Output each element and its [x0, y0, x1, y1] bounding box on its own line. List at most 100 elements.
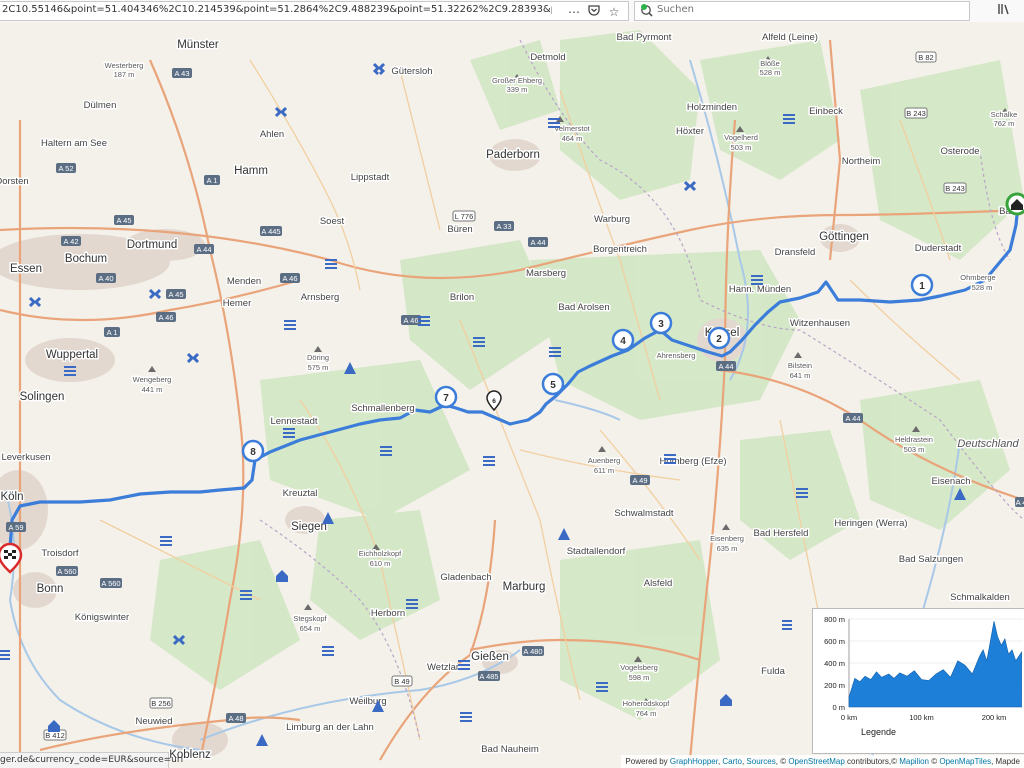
town-label: Ahlen [260, 129, 284, 140]
elevation-x-ticks: 0 km 100 km 200 km [841, 713, 1006, 722]
pocket-icon[interactable] [586, 4, 602, 20]
graphhopper-link[interactable]: GraphHopper [670, 757, 718, 766]
town-label: Ahrensberg [657, 351, 696, 360]
svg-text:B 49: B 49 [394, 677, 409, 686]
town-label: Holzminden [687, 102, 737, 113]
town-label: Dransfeld [775, 247, 816, 258]
svg-text:762 m: 762 m [994, 119, 1015, 128]
svg-text:503 m: 503 m [731, 143, 752, 152]
town-label: Weilburg [349, 696, 386, 707]
city-label: Münster [177, 39, 219, 51]
svg-text:Großer Ehberg: Großer Ehberg [492, 76, 542, 85]
status-bar: ger.de&currency_code=EUR&source=url [0, 752, 183, 768]
town-label: Lennestadt [270, 416, 317, 427]
town-label: Soest [320, 216, 345, 227]
city-label: Bochum [65, 253, 107, 265]
road-shield: A 44 [194, 244, 214, 254]
road-shield: A 46 [280, 273, 300, 283]
svg-text:A 1: A 1 [107, 328, 118, 337]
home-start-icon[interactable] [1005, 192, 1024, 216]
svg-text:610 m: 610 m [370, 559, 391, 568]
svg-text:8: 8 [250, 447, 256, 458]
search-placeholder: Suchen [657, 4, 695, 15]
city-label: Wuppertal [46, 349, 98, 361]
road-shield: A 45 [166, 289, 186, 299]
svg-text:A 1: A 1 [207, 176, 218, 185]
carto-link[interactable]: Carto [722, 757, 742, 766]
bookmark-star-icon[interactable]: ☆ [606, 4, 622, 20]
openmaptiles-link[interactable]: OpenMapTiles [939, 757, 991, 766]
town-label: Einbeck [809, 106, 843, 117]
elevation-profile[interactable]: 800 m 600 m 400 m 200 m 0 m 0 km 100 km 200 km… [812, 608, 1024, 754]
url-text[interactable]: 2C10.55146&point=51.404346%2C10.214539&p… [2, 4, 552, 15]
svg-text:A 52: A 52 [58, 164, 73, 173]
browser-toolbar: 2C10.55146&point=51.404346%2C10.214539&p… [0, 0, 1024, 23]
town-label: Dülmen [84, 100, 117, 111]
town-label: Bad Hersfeld [754, 528, 809, 539]
svg-text:Vogelsberg: Vogelsberg [620, 663, 658, 672]
town-label: Bad Salzungen [899, 554, 963, 565]
elevation-legend[interactable]: Legende [861, 727, 896, 737]
town-label: Lippstadt [351, 172, 390, 183]
town-label: Hemer [223, 298, 252, 309]
svg-text:A 445: A 445 [261, 227, 280, 236]
town-label: Büren [447, 224, 472, 235]
town-label: Brilon [450, 292, 474, 303]
svg-text:6: 6 [492, 398, 496, 405]
svg-text:L 776: L 776 [455, 212, 474, 221]
elevation-chart: 800 m 600 m 400 m 200 m 0 m 0 km 100 km 200 km [824, 615, 1023, 722]
road-shield: A 4 [1015, 497, 1024, 507]
elevation-y-ticks: 800 m 600 m 400 m 200 m 0 m [824, 615, 845, 712]
svg-text:A 560: A 560 [101, 579, 120, 588]
svg-text:575 m: 575 m [308, 363, 329, 372]
road-shield: A 48 [226, 713, 246, 723]
svg-text:Eisenberg: Eisenberg [710, 534, 744, 543]
road-shield: B 256 [149, 697, 173, 709]
town-label: Detmold [530, 52, 565, 63]
town-label: Schmallenberg [351, 403, 414, 414]
sources-link[interactable]: Sources [746, 757, 775, 766]
attribution-tail: Mapde [995, 757, 1020, 766]
town-label: Bad Arolsen [558, 302, 609, 313]
svg-text:Vogelherd: Vogelherd [724, 133, 758, 142]
road-shield: B 82 [915, 51, 937, 63]
svg-text:A 44: A 44 [845, 414, 860, 423]
town-label: Schmalkalden [950, 592, 1010, 603]
city-label: Göttingen [819, 231, 869, 243]
svg-text:641 m: 641 m [790, 371, 811, 380]
road-shield: B 243 [904, 107, 928, 119]
road-shield: A 1 [204, 175, 220, 185]
road-shield: A 44 [843, 413, 863, 423]
town-label: Witzenhausen [790, 318, 850, 329]
town-label: Troisdorf [41, 548, 78, 559]
road-shield: A 560 [100, 578, 122, 588]
road-shield: A 46 [156, 312, 176, 322]
elevation-y-tick: 600 m [824, 637, 845, 646]
town-label: Osterode [940, 146, 979, 157]
road-shield: A 40 [96, 273, 116, 283]
town-label: Arnsberg [301, 292, 340, 303]
town-label: Heringen (Werra) [834, 518, 907, 529]
svg-text:Velmerstot: Velmerstot [554, 124, 590, 133]
svg-text:Hoherodskopf: Hoherodskopf [623, 699, 671, 708]
town-label: Duderstadt [915, 243, 962, 254]
svg-text:Eichholzkopf: Eichholzkopf [359, 549, 402, 558]
elevation-y-tick: 800 m [824, 615, 845, 624]
svg-text:528 m: 528 m [760, 68, 781, 77]
town-label: Bad Pyrmont [617, 32, 672, 43]
svg-text:Bilstein: Bilstein [788, 361, 812, 370]
town-label: Ohmberge [960, 273, 995, 282]
svg-text:A 59: A 59 [8, 523, 23, 532]
mapilion-link[interactable]: Mapilion [899, 757, 929, 766]
status-url: ger.de&currency_code=EUR&source=url [0, 755, 184, 765]
svg-text:A 33: A 33 [496, 222, 511, 231]
road-shield: A 1 [104, 327, 120, 337]
library-icon[interactable] [996, 2, 1012, 18]
city-label: Marburg [503, 581, 546, 593]
svg-text:2: 2 [716, 334, 722, 345]
town-label: Limburg an der Lahn [286, 722, 374, 733]
search-field[interactable]: Suchen [634, 1, 970, 21]
url-bar[interactable]: 2C10.55146&point=51.404346%2C10.214539&p… [0, 1, 629, 21]
reader-icon[interactable]: ⋯ [566, 4, 582, 20]
osm-link[interactable]: OpenStreetMap [788, 757, 844, 766]
